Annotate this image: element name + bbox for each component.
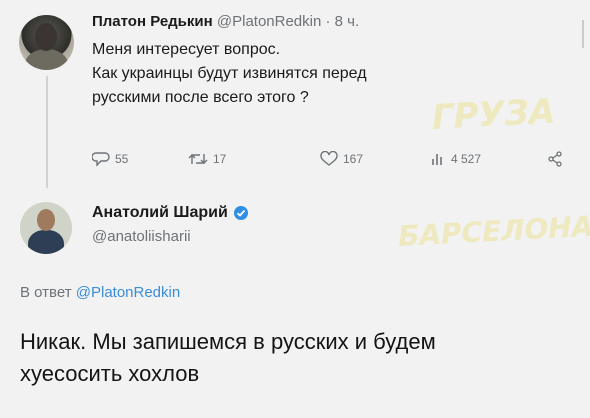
tweet-text-line: русскими после всего этого ? [92,89,309,106]
like-count: 167 [343,152,364,166]
action-bar: 55 17 167 4 527 [92,151,582,173]
reply-text: Никак. Мы запишемся в русских и будем ху… [20,326,580,390]
scrollbar[interactable] [582,20,584,48]
reply-avatar[interactable] [20,202,72,254]
avatar-body [28,230,64,254]
reply-count: 55 [115,152,129,166]
reply-to-mention[interactable]: @PlatonRedkin [76,284,180,301]
verified-badge-icon [233,206,248,220]
reply-icon [92,152,110,167]
tweet-text-line: Как украинцы будут извинятся перед [92,65,367,82]
avatar-face [35,23,57,51]
reply-author-name[interactable]: Анатолий Шарий [92,204,228,222]
author-handle[interactable]: @PlatonRedkin [217,13,321,30]
reply-tweet[interactable]: Анатолий Шарий @anatoliisharii В ответ @… [0,190,590,418]
reply-author: Анатолий Шарий [92,204,249,222]
reply-to-prefix: В ответ [20,284,72,301]
reply-text-line: хуесосить хохлов [20,361,200,386]
tweet-time[interactable]: 8 ч. [335,13,360,30]
retweet-count: 17 [213,152,227,166]
share-button[interactable] [547,151,563,167]
views-button[interactable]: 4 527 [430,151,481,167]
avatar-face [37,209,55,231]
reply-text-line: Никак. Мы запишемся в русских и будем [20,329,436,354]
tweet-header: Платон Редькин @PlatonRedkin · 8 ч. [92,13,359,30]
reply-button[interactable]: 55 [92,151,128,167]
screenshot: Платон Редькин @PlatonRedkin · 8 ч. Меня… [0,0,590,418]
reply-author-handle[interactable]: @anatoliisharii [92,228,191,245]
views-icon [432,154,442,165]
share-icon [548,151,562,167]
like-button[interactable]: 167 [320,151,363,167]
avatar-shoulders [25,49,68,70]
reply-to-line: В ответ @PlatonRedkin [20,284,180,301]
original-tweet[interactable]: Платон Редькин @PlatonRedkin · 8 ч. Меня… [0,0,590,190]
separator-dot: · [325,13,331,30]
heart-icon [320,151,338,166]
views-count: 4 527 [451,152,482,166]
author-name[interactable]: Платон Редькин [92,13,213,30]
tweet-text: Меня интересует вопрос. Как украинцы буд… [92,38,532,110]
thread-line [46,76,48,188]
tweet-text-line: Меня интересует вопрос. [92,41,281,58]
retweet-icon [188,154,208,164]
avatar[interactable] [19,15,74,70]
retweet-button[interactable]: 17 [188,151,226,167]
